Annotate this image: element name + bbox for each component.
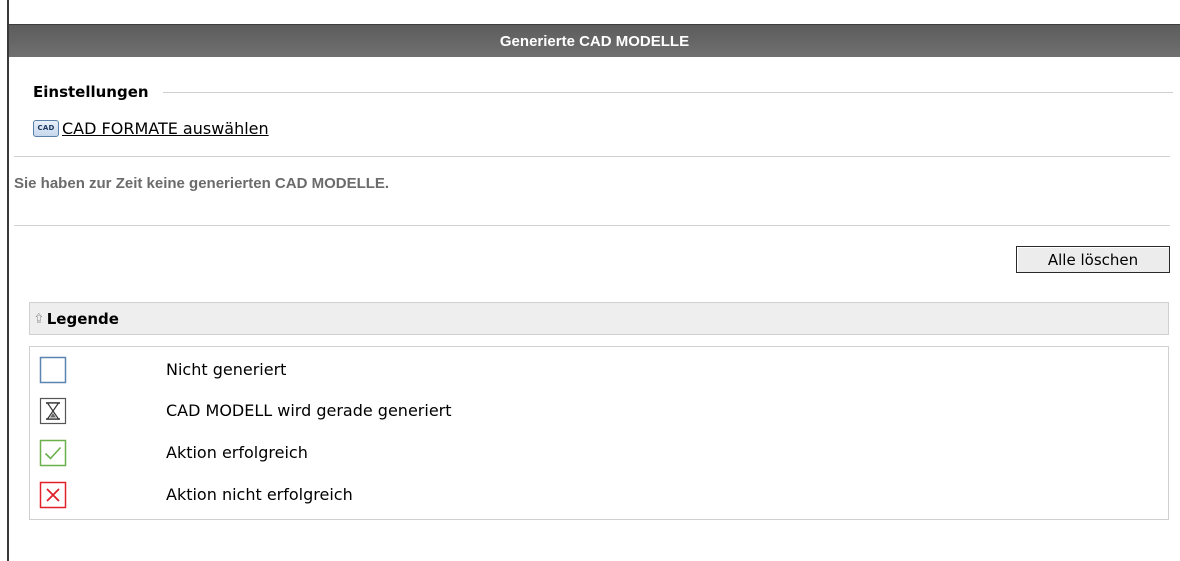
settings-heading-label: Einstellungen: [33, 83, 149, 101]
cad-formats-link[interactable]: CAD FORMATE auswählen: [62, 119, 269, 138]
legend-item: Nicht generiert: [38, 355, 1158, 385]
legend-header[interactable]: ⮸ Legende: [29, 302, 1169, 335]
collapse-up-icon[interactable]: ⮸: [35, 313, 43, 325]
page-title: Generierte CAD MODELLE: [499, 32, 690, 50]
legend-title: Legende: [46, 309, 119, 328]
legend-item-label: CAD MODELL wird gerade generiert: [166, 401, 452, 420]
left-border: [7, 0, 9, 561]
settings-section-heading: Einstellungen: [33, 80, 1173, 104]
legend-item: Aktion erfolgreich: [38, 438, 1158, 468]
checkmark-icon: [39, 439, 67, 467]
settings-heading-rule: [162, 91, 1173, 93]
title-bar: Generierte CAD MODELLE: [9, 24, 1180, 57]
divider: [14, 225, 1170, 226]
error-cross-icon: [39, 481, 67, 509]
hourglass-icon: [39, 397, 67, 425]
cad-formats-link-row[interactable]: CAD CAD FORMATE auswählen: [33, 116, 269, 140]
legend-item: Aktion nicht erfolgreich: [38, 480, 1158, 510]
cad-icon: CAD: [33, 119, 59, 137]
legend-box: Nicht generiert CAD MODELL wird gerade g…: [29, 346, 1169, 520]
delete-all-button[interactable]: Alle löschen: [1016, 246, 1170, 273]
empty-square-icon: [39, 356, 67, 384]
legend-item-label: Aktion nicht erfolgreich: [166, 485, 353, 504]
legend-item-label: Aktion erfolgreich: [166, 443, 308, 462]
legend-item: CAD MODELL wird gerade generiert: [38, 396, 1158, 426]
no-models-message: Sie haben zur Zeit keine generierten CAD…: [14, 175, 390, 192]
divider: [14, 156, 1170, 157]
legend-item-label: Nicht generiert: [166, 360, 287, 379]
